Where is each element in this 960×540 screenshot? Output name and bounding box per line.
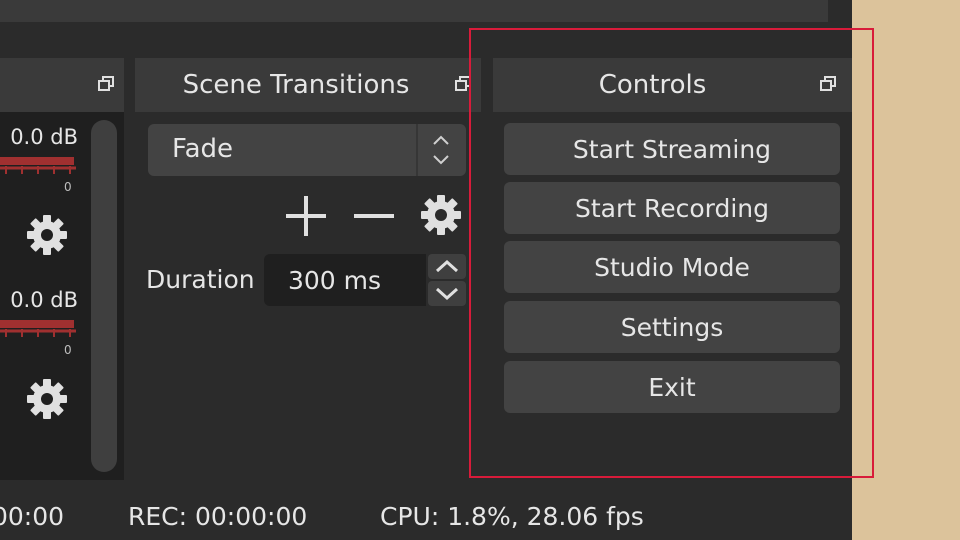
channel-2-level: 0.0 dB — [10, 288, 78, 312]
mixer-panel-header — [0, 58, 124, 112]
transition-select[interactable]: Fade — [148, 124, 466, 176]
channel-2-volume-meter[interactable] — [0, 320, 74, 328]
channel-2-meter-ticks — [0, 329, 76, 337]
duration-value: 300 ms — [288, 266, 382, 295]
cpu-status: CPU: 1.8%, 28.06 fps — [380, 502, 644, 531]
duration-label: Duration — [146, 265, 255, 294]
chevron-down-icon — [435, 287, 459, 301]
float-icon[interactable] — [98, 76, 114, 92]
live-timer: 00:00 — [0, 502, 65, 531]
plus-icon[interactable] — [284, 194, 328, 238]
rec-timer: REC: 00:00:00 — [128, 502, 308, 531]
scene-transitions-title: Scene Transitions — [182, 70, 410, 100]
channel-1-volume-meter[interactable] — [0, 157, 74, 165]
gear-icon[interactable] — [24, 212, 70, 258]
updown-chevron-icon — [433, 135, 449, 165]
settings-button[interactable]: Settings — [504, 301, 840, 353]
transition-select-value: Fade — [172, 134, 234, 164]
scene-transitions-header: Scene Transitions — [135, 58, 481, 112]
combo-divider — [416, 124, 418, 176]
duration-increment-button[interactable] — [428, 254, 466, 279]
chevron-up-icon — [435, 259, 459, 273]
channel-1-meter-zero: 0 — [64, 180, 72, 194]
obs-window: Scene Transitions Controls 0.0 dB 0 0.0 … — [0, 0, 852, 540]
channel-1-level: 0.0 dB — [10, 125, 78, 149]
mixer-scrollbar[interactable] — [91, 120, 117, 472]
start-streaming-button[interactable]: Start Streaming — [504, 123, 840, 175]
start-recording-button[interactable]: Start Recording — [504, 182, 840, 234]
gear-icon[interactable] — [418, 192, 464, 238]
top-dock-gap — [828, 0, 852, 22]
gear-icon[interactable] — [24, 376, 70, 422]
exit-button[interactable]: Exit — [504, 361, 840, 413]
float-icon[interactable] — [455, 76, 471, 92]
channel-2-meter-zero: 0 — [64, 343, 72, 357]
controls-header: Controls — [493, 58, 852, 112]
studio-mode-button[interactable]: Studio Mode — [504, 241, 840, 293]
float-icon[interactable] — [820, 76, 836, 92]
minus-icon[interactable] — [352, 194, 396, 238]
controls-title: Controls — [598, 70, 707, 100]
channel-1-meter-ticks — [0, 166, 76, 174]
duration-decrement-button[interactable] — [428, 281, 466, 306]
top-dock-area — [0, 0, 828, 22]
duration-input[interactable]: 300 ms — [264, 254, 426, 306]
